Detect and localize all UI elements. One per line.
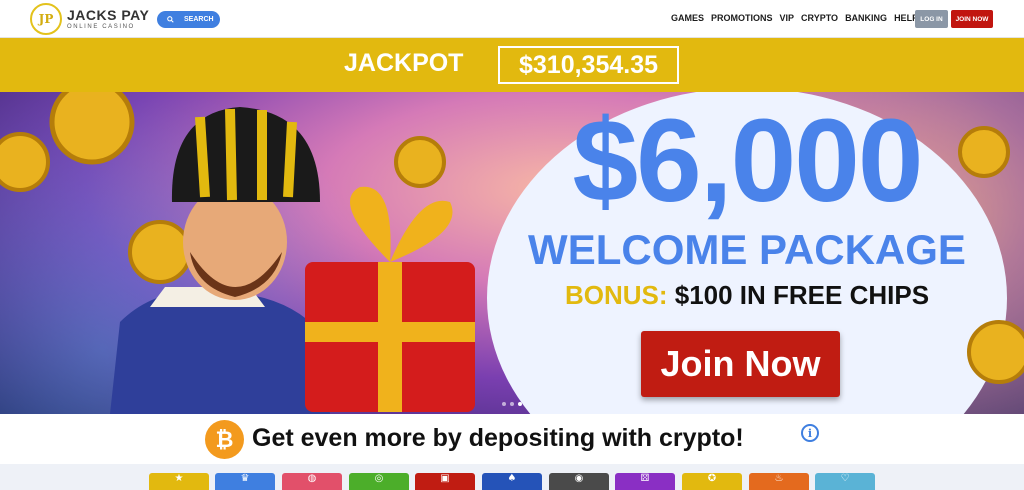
nav-promotions[interactable]: PROMOTIONS: [711, 13, 773, 23]
promo-amount: $6,000: [572, 95, 924, 227]
coin-icon: [49, 92, 135, 165]
jackpot-bar: JACKPOT $310,354.35: [0, 38, 1024, 92]
site-logo[interactable]: JP JACKS PAY ONLINE CASINO: [30, 3, 149, 35]
category-flame-icon[interactable]: ♨: [749, 473, 809, 490]
nav-crypto[interactable]: CRYPTO: [801, 13, 838, 23]
site-header: JP JACKS PAY ONLINE CASINO SEARCH GAMES …: [0, 0, 1024, 38]
promo-title: WELCOME PACKAGE: [528, 226, 966, 273]
category-heart-icon[interactable]: ♡: [815, 473, 875, 490]
nav-vip[interactable]: VIP: [780, 13, 795, 23]
category-wheel-icon[interactable]: ✪: [682, 473, 742, 490]
crypto-message: Get even more by depositing with crypto!: [252, 424, 744, 452]
carousel-dots: [502, 402, 522, 406]
nav-games[interactable]: GAMES: [671, 13, 704, 23]
jackpot-label: JACKPOT: [344, 49, 464, 77]
search-label: SEARCH: [184, 16, 214, 23]
info-icon[interactable]: i: [801, 424, 819, 442]
search-button[interactable]: SEARCH: [157, 11, 220, 28]
category-poker-chip-icon[interactable]: ◉: [549, 473, 609, 490]
carousel-dot-active[interactable]: [518, 402, 522, 406]
category-cards-icon[interactable]: ♠: [482, 473, 542, 490]
carousel-dot[interactable]: [502, 402, 506, 406]
bonus-value: $100 IN FREE CHIPS: [674, 280, 930, 310]
category-star-icon[interactable]: ★: [149, 473, 209, 490]
bonus-label: BONUS:: [564, 280, 668, 310]
search-icon: [167, 16, 174, 23]
mascot-coat: [110, 290, 330, 414]
logo-text: JACKS PAY ONLINE CASINO: [67, 8, 149, 30]
join-now-button[interactable]: JOIN NOW: [951, 10, 993, 28]
promo-bonus: BONUS: $100 IN FREE CHIPS: [487, 282, 1007, 308]
hero-banner[interactable]: $6,000 WELCOME PACKAGE BONUS: $100 IN FR…: [0, 92, 1024, 414]
coin-icon: [0, 132, 50, 192]
category-crown-icon[interactable]: ♛: [215, 473, 275, 490]
gift-bow: [350, 186, 453, 262]
logo-badge-icon: JP: [30, 3, 62, 35]
mascot-hat: [171, 107, 320, 202]
hero-side-coins: [958, 126, 1024, 384]
category-slot-icon[interactable]: ▣: [415, 473, 475, 490]
coin-icon: [394, 136, 446, 188]
bitcoin-icon: ₿: [205, 420, 244, 459]
main-nav: GAMES PROMOTIONS VIP CRYPTO BANKING HELP: [671, 13, 918, 23]
join-now-cta-button[interactable]: Join Now: [641, 331, 840, 397]
category-basketball-icon[interactable]: ◍: [282, 473, 342, 490]
hero-mascot-image: [0, 92, 475, 414]
jackpot-value: $310,354.35: [498, 46, 679, 84]
coin-icon: [128, 220, 192, 284]
game-category-bar: ★ ♛ ◍ ◎ ▣ ♠ ◉ ⚄ ✪ ♨ ♡: [0, 464, 1024, 490]
carousel-dot[interactable]: [510, 402, 514, 406]
gift-ribbon: [305, 322, 475, 342]
login-button[interactable]: LOG IN: [915, 10, 948, 28]
category-roulette-icon[interactable]: ◎: [349, 473, 409, 490]
category-dice-icon[interactable]: ⚄: [615, 473, 675, 490]
logo-subtitle: ONLINE CASINO: [67, 24, 135, 30]
logo-name: JACKS PAY: [67, 7, 150, 23]
crypto-banner: ₿ Get even more by depositing with crypt…: [0, 414, 1024, 464]
nav-banking[interactable]: BANKING: [845, 13, 887, 23]
